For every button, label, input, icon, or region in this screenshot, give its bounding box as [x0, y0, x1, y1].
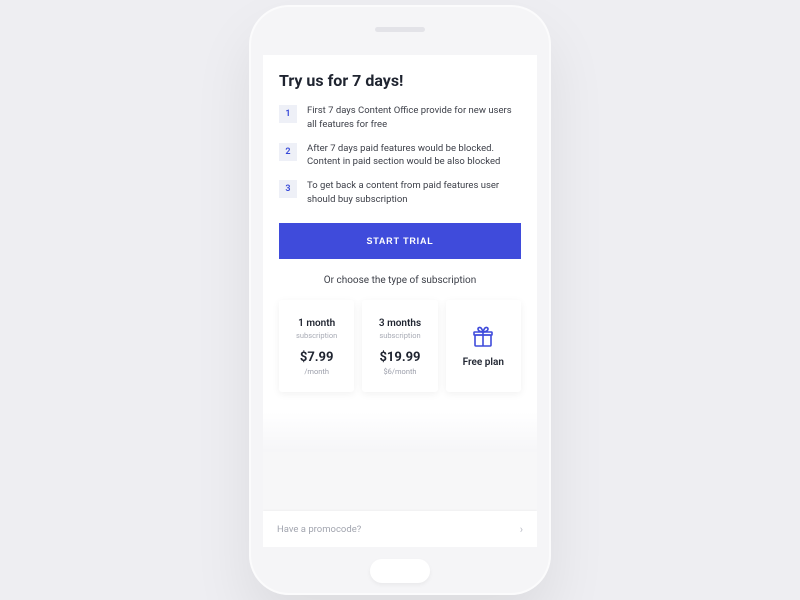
- step-number-badge: 2: [279, 143, 297, 161]
- gift-icon: [471, 325, 495, 349]
- plan-card-free[interactable]: Free plan: [446, 300, 521, 392]
- plan-price: $19.99: [368, 350, 431, 365]
- plans-row: 1 month subscription $7.99 /month 3 mont…: [279, 300, 521, 412]
- step-number-badge: 3: [279, 180, 297, 198]
- page-title: Try us for 7 days!: [279, 71, 521, 90]
- chevron-right-icon: ›: [520, 523, 523, 536]
- plan-subtitle: subscription: [285, 331, 348, 340]
- content-fade: [263, 412, 537, 452]
- step-item: 1 First 7 days Content Office provide fo…: [279, 104, 521, 132]
- step-item: 3 To get back a content from paid featur…: [279, 179, 521, 207]
- step-item: 2 After 7 days paid features would be bl…: [279, 142, 521, 170]
- promocode-row[interactable]: Have a promocode? ›: [263, 511, 537, 547]
- choose-subscription-label: Or choose the type of subscription: [279, 275, 521, 286]
- step-text: After 7 days paid features would be bloc…: [307, 142, 521, 170]
- step-text: To get back a content from paid features…: [307, 179, 521, 207]
- plan-price: $7.99: [285, 350, 348, 365]
- plan-card-3-months[interactable]: 3 months subscription $19.99 $6/month: [362, 300, 437, 392]
- plan-title: 3 months: [368, 318, 431, 329]
- plan-title: 1 month: [285, 318, 348, 329]
- screen: Try us for 7 days! 1 First 7 days Conten…: [263, 55, 537, 547]
- steps-list: 1 First 7 days Content Office provide fo…: [279, 104, 521, 207]
- promocode-label: Have a promocode?: [277, 524, 361, 535]
- plan-card-1-month[interactable]: 1 month subscription $7.99 /month: [279, 300, 354, 392]
- plan-rate: /month: [285, 367, 348, 376]
- plan-rate: $6/month: [368, 367, 431, 376]
- step-text: First 7 days Content Office provide for …: [307, 104, 521, 132]
- main-content: Try us for 7 days! 1 First 7 days Conten…: [263, 55, 537, 412]
- plan-subtitle: subscription: [368, 331, 431, 340]
- step-number-badge: 1: [279, 105, 297, 123]
- device-frame: Try us for 7 days! 1 First 7 days Conten…: [249, 5, 551, 595]
- plan-free-label: Free plan: [463, 357, 504, 368]
- start-trial-button[interactable]: START TRIAL: [279, 223, 521, 259]
